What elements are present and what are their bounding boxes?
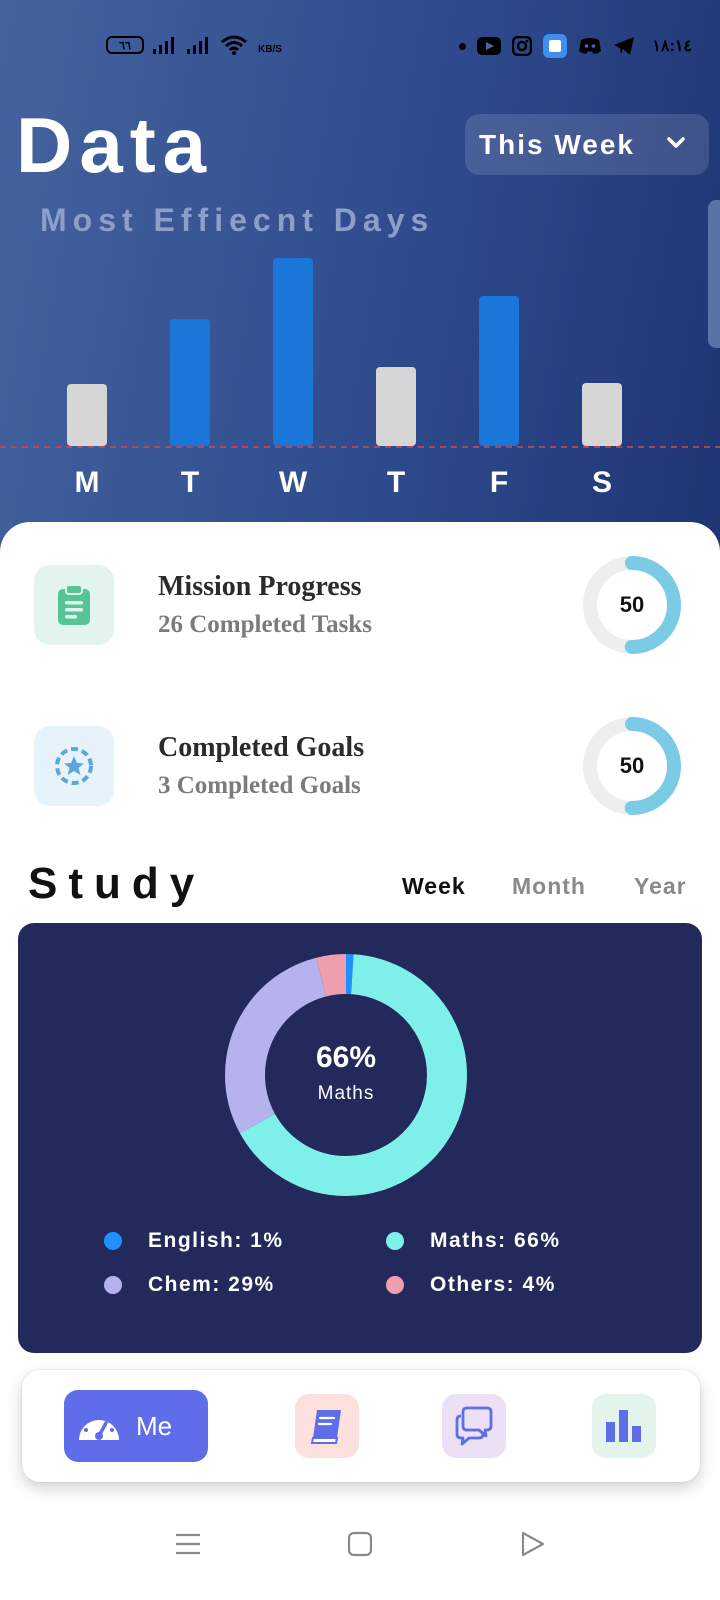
menu-icon[interactable]	[174, 1530, 202, 1558]
mission-progress-card[interactable]: Mission Progress 26 Completed Tasks 50	[0, 555, 720, 655]
discord-icon	[579, 38, 602, 54]
tab-year[interactable]: Year	[634, 873, 687, 900]
signal-icon-2	[187, 37, 208, 54]
chart-day-label-5: S	[592, 466, 612, 499]
completed-goals-title: Completed Goals	[158, 732, 365, 763]
nav-book-button[interactable]	[295, 1394, 359, 1458]
gauge-icon	[79, 1414, 119, 1440]
instagram-icon	[512, 36, 533, 56]
bottom-nav: Me	[22, 1370, 700, 1482]
nav-stats-button[interactable]	[592, 1394, 656, 1458]
legend-label-english: English: 1%	[148, 1229, 284, 1252]
status-bar: ٦٦ KB/S ١٨:١٤	[0, 28, 720, 62]
bar-chart-icon	[606, 1410, 641, 1442]
signal-icon	[153, 37, 174, 54]
legend-others: Others: 4%	[386, 1273, 556, 1297]
chart-bar-1	[170, 319, 210, 446]
mission-progress-subtitle: 26 Completed Tasks	[158, 611, 372, 638]
nav-chat-button[interactable]	[442, 1394, 506, 1458]
legend-label-chem: Chem: 29%	[148, 1273, 275, 1296]
telegram-icon	[614, 37, 635, 55]
study-title: Study	[28, 859, 206, 908]
chart-day-label-3: T	[387, 466, 405, 499]
chart-bar-4	[479, 296, 519, 446]
app-icon	[543, 34, 568, 58]
legend-dot-chem	[104, 1276, 122, 1294]
chart-day-label-2: W	[279, 466, 308, 499]
system-navigation	[0, 1530, 720, 1580]
donut-center-label: Maths	[317, 1083, 375, 1104]
notification-dot-icon	[459, 42, 467, 50]
chart-day-label-1: T	[181, 466, 199, 499]
tab-week[interactable]: Week	[402, 873, 466, 900]
clock: ١٨:١٤	[652, 38, 692, 55]
weekly-bar-chart: MTWTFS	[0, 258, 720, 499]
completed-goals-subtitle: 3 Completed Goals	[158, 772, 361, 799]
legend-chem: Chem: 29%	[104, 1273, 275, 1297]
legend-maths: Maths: 66%	[386, 1229, 561, 1253]
legend-dot-english	[104, 1232, 122, 1250]
study-donut-chart	[225, 954, 467, 1196]
chart-bar-3	[376, 367, 416, 446]
chevron-down-icon	[667, 137, 685, 148]
mission-progress-value: 50	[619, 592, 645, 617]
chart-bar-5	[582, 383, 622, 446]
legend-dot-maths	[386, 1232, 404, 1250]
chart-bar-0	[67, 384, 107, 446]
chart-day-label-4: F	[490, 466, 508, 499]
star-badge-icon	[34, 726, 114, 806]
tab-month[interactable]: Month	[512, 873, 586, 900]
donut-center-value: 66%	[315, 1041, 377, 1074]
study-card: 66% Maths English: 1% Maths: 66% Chem: 2…	[18, 923, 702, 1353]
youtube-icon	[477, 37, 502, 55]
battery-icon: ٦٦	[106, 36, 144, 54]
completed-goals-value: 50	[619, 753, 645, 778]
chat-icon	[455, 1406, 493, 1446]
clipboard-icon	[34, 565, 114, 645]
legend-english: English: 1%	[104, 1229, 284, 1253]
period-selector-label: This Week	[479, 128, 635, 160]
chart-day-label-0: M	[75, 466, 100, 499]
back-icon[interactable]	[518, 1530, 546, 1558]
period-selector[interactable]: This Week	[465, 114, 709, 175]
nav-me-label: Me	[136, 1410, 173, 1441]
wifi-icon	[221, 35, 247, 55]
mission-progress-title: Mission Progress	[158, 571, 362, 602]
legend-label-others: Others: 4%	[430, 1273, 556, 1296]
page-title: Data	[16, 101, 214, 189]
completed-goals-card[interactable]: Completed Goals 3 Completed Goals 50	[0, 716, 720, 816]
legend-dot-others	[386, 1276, 404, 1294]
header: ٦٦ KB/S ١٨:١٤ Data This Week Most Effiec…	[0, 0, 720, 560]
nav-me-button[interactable]: Me	[64, 1390, 208, 1462]
legend-label-maths: Maths: 66%	[430, 1229, 561, 1252]
home-icon[interactable]	[346, 1530, 374, 1558]
book-icon	[310, 1410, 341, 1444]
network-speed: KB/S	[258, 43, 282, 55]
chart-bar-2	[273, 258, 313, 446]
